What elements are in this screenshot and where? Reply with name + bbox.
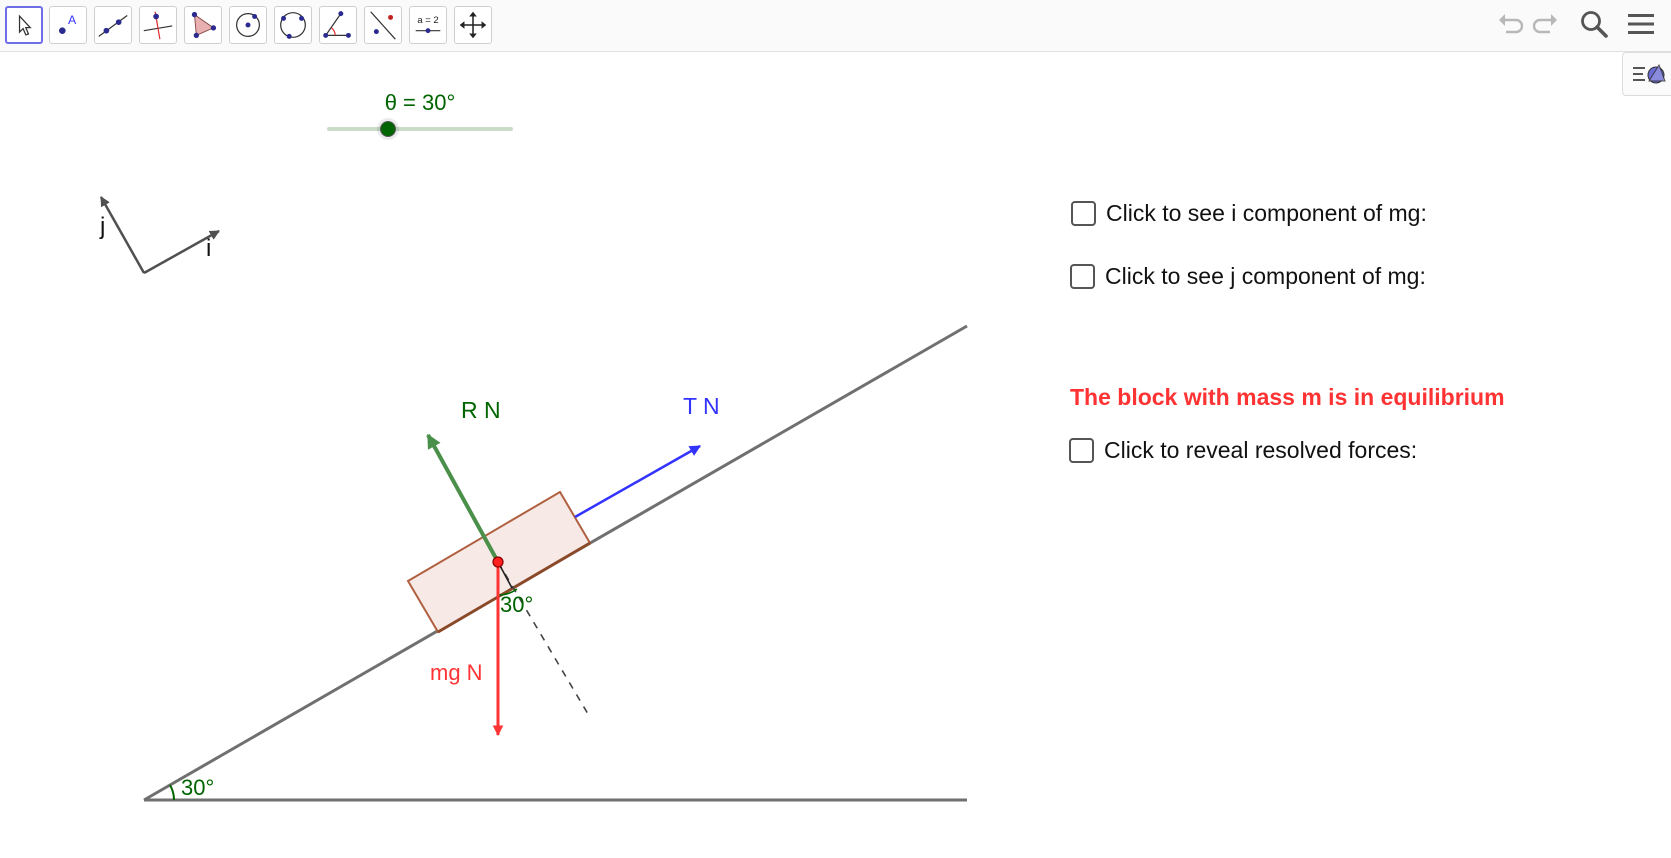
polygon-tool-icon (191, 11, 217, 39)
search-icon (1581, 11, 1608, 38)
weight-angle-label: 30° (500, 592, 533, 617)
line-tool-button[interactable] (94, 6, 132, 44)
main-menu-button[interactable] (1625, 8, 1657, 40)
move-tool-button[interactable] (5, 6, 43, 44)
menu-icon (1628, 14, 1654, 34)
slider-tool-icon: a = 2 (415, 15, 441, 34)
polygon-tool-button[interactable] (184, 6, 222, 44)
unit-vectors-indicator: i j (99, 196, 220, 275)
undo-icon (1499, 14, 1524, 34)
slider-tool-caption: a = 2 (417, 15, 438, 26)
line-tool-icon (98, 15, 128, 37)
circle-center-point-tool-icon (236, 13, 260, 37)
checkbox-j-label: Click to see j component of mg: (1105, 263, 1426, 289)
point-tool-letter: A (68, 13, 77, 27)
j-vector-label: j (99, 213, 105, 240)
angle-tool-button[interactable] (319, 6, 357, 44)
incline-angle-arc (169, 784, 176, 801)
reflect-tool-icon (370, 11, 396, 40)
style-bar-toggle-button[interactable] (1622, 52, 1671, 96)
checkbox-j-component[interactable]: Click to see j component of mg: (1070, 263, 1426, 290)
redo-button[interactable] (1530, 8, 1562, 40)
point-tool-button[interactable]: A (49, 6, 87, 44)
checkbox-j-box[interactable] (1070, 264, 1095, 289)
weight-force-label: mg N (430, 660, 483, 685)
circle-three-points-tool-button[interactable] (274, 6, 312, 44)
checkbox-i-component[interactable]: Click to see i component of mg: (1071, 200, 1427, 227)
redo-icon (1532, 14, 1557, 34)
perpendicular-line-tool-icon (143, 11, 173, 40)
i-vector-label: i (206, 235, 211, 262)
move-graphics-view-tool-icon (459, 11, 487, 39)
circle-tool-button[interactable] (229, 6, 267, 44)
checkbox-resolved-forces[interactable]: Click to reveal resolved forces: (1069, 437, 1417, 464)
checkbox-i-label: Click to see i component of mg: (1106, 200, 1427, 226)
toolbar: A a = 2 (0, 0, 1671, 52)
checkbox-i-box[interactable] (1071, 201, 1096, 226)
checkbox-resolved-label: Click to reveal resolved forces: (1104, 437, 1418, 463)
point-tool-icon: A (59, 13, 77, 34)
tension-force-arrow (574, 444, 701, 519)
equilibrium-message: The block with mass m is in equilibrium (1070, 384, 1505, 410)
style-bar-icon (1633, 63, 1666, 84)
perpendicular-tool-button[interactable] (139, 6, 177, 44)
tension-force-label: T N (683, 393, 720, 419)
slider-tool-button[interactable]: a = 2 (409, 6, 447, 44)
incline-angle-label: 30° (181, 775, 214, 800)
move-tool-icon (18, 14, 32, 36)
undo-button[interactable] (1494, 8, 1526, 40)
graphics-view[interactable]: i j 30° 30° R N T N mg N (0, 52, 1060, 858)
angle-tool-icon (323, 11, 351, 38)
reaction-force-arrow (426, 433, 500, 563)
block-center-point[interactable] (492, 556, 504, 568)
search-button[interactable] (1578, 8, 1610, 40)
circle-three-points-tool-icon (280, 12, 306, 39)
move-graphics-view-tool-button[interactable] (454, 6, 492, 44)
reflect-tool-button[interactable] (364, 6, 402, 44)
j-vector (99, 196, 146, 274)
reaction-force-label: R N (461, 397, 501, 423)
checkbox-resolved-box[interactable] (1069, 438, 1094, 463)
